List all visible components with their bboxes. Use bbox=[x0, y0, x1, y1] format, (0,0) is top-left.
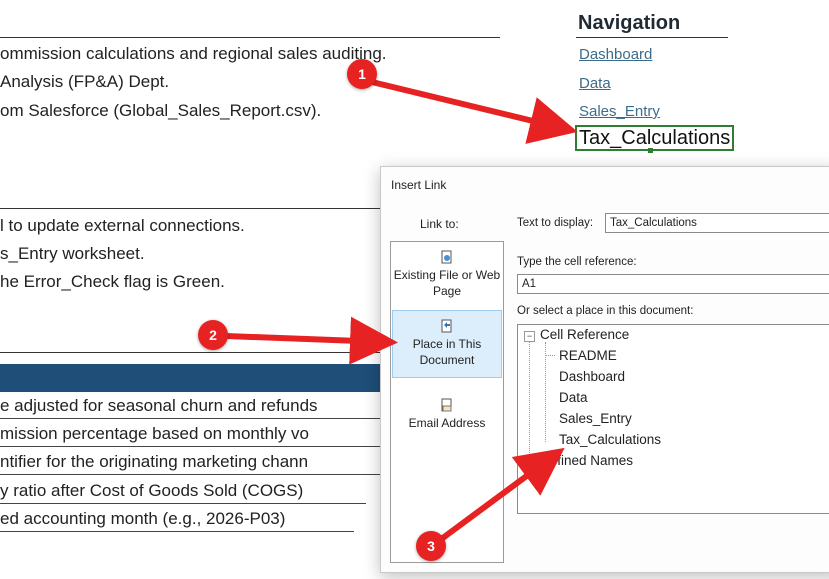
step-badge-1: 1 bbox=[347, 59, 377, 89]
annotation-arrows bbox=[225, 79, 578, 543]
step-badge-3: 3 bbox=[416, 531, 446, 561]
arrow-2 bbox=[225, 316, 398, 365]
arrow-3 bbox=[438, 447, 565, 543]
arrow-1 bbox=[371, 79, 578, 144]
step-badge-2: 2 bbox=[198, 320, 228, 350]
